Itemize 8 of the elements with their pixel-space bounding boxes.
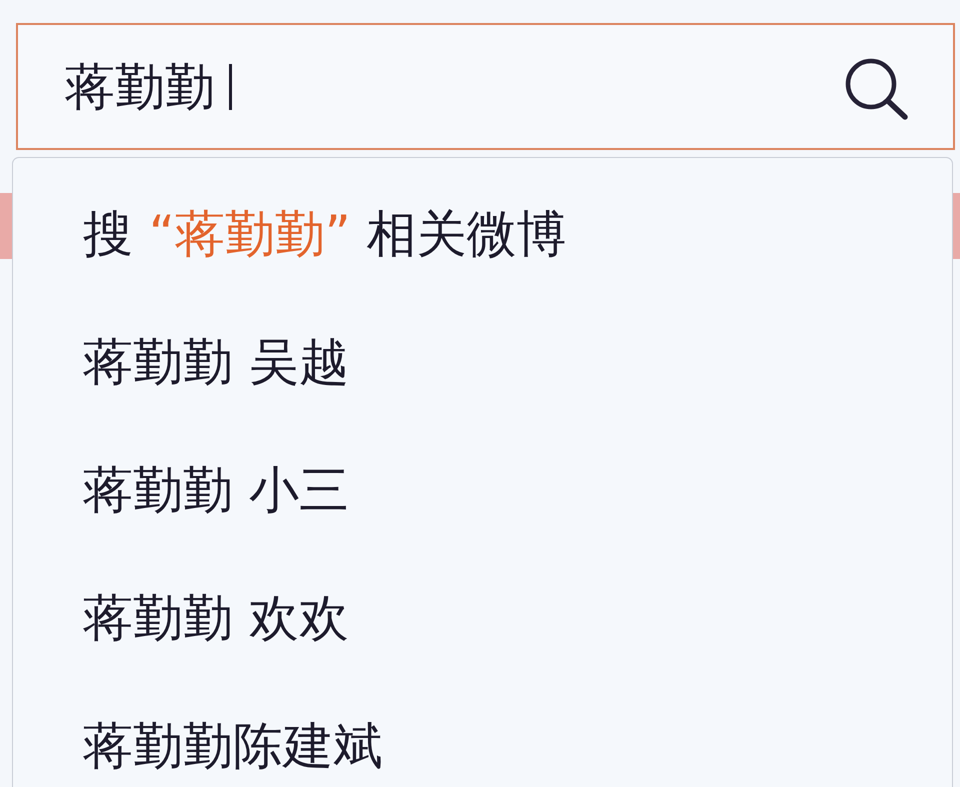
suggestion-item[interactable]: 搜 “蒋勤勤” 相关微博 <box>83 204 567 264</box>
suggestion-item[interactable]: 蒋勤勤 吴越 <box>83 332 349 392</box>
suggestion-item[interactable]: 蒋勤勤 小三 <box>83 460 349 520</box>
search-query: 蒋勤勤 <box>65 56 215 116</box>
search-field[interactable]: 蒋勤勤 <box>16 23 955 150</box>
suggestion-item[interactable]: 蒋勤勤陈建斌 <box>83 716 383 776</box>
text-cursor <box>229 64 232 110</box>
suggestion-item[interactable]: 蒋勤勤 欢欢 <box>83 588 349 648</box>
